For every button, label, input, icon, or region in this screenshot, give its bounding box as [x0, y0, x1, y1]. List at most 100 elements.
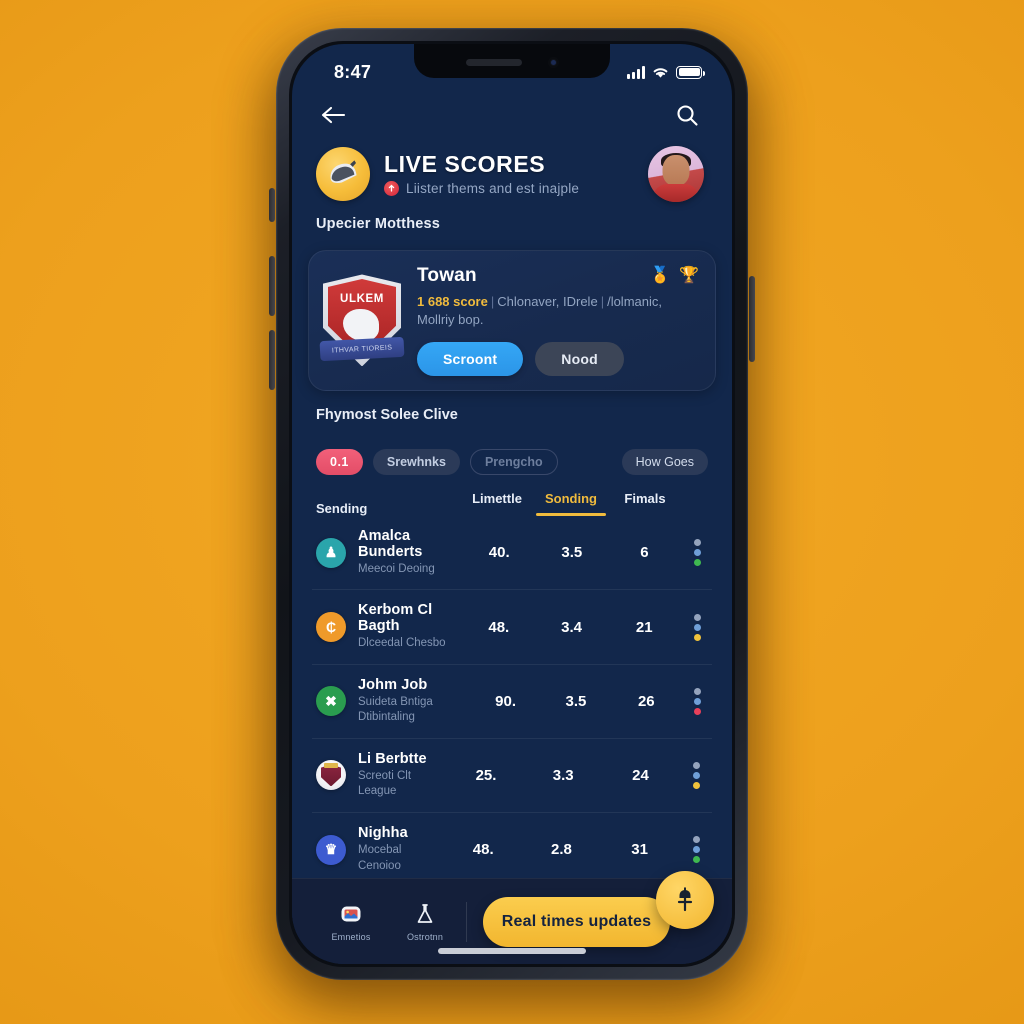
table-body: ♟ Amalca Bunderts Meecoi Deoing 40. 3.5 … [292, 516, 732, 878]
signal-bars-icon [627, 65, 645, 79]
crest-ribbon: ITHVAR TIOREIS [319, 336, 405, 362]
row-title: Amalca Bunderts [358, 527, 423, 560]
chip-prengcho[interactable]: Prengcho [469, 448, 558, 475]
flask-icon [412, 901, 438, 927]
row-subtitle: Meecoi Deoing [358, 562, 435, 575]
column-header-limettle[interactable]: Limettle [460, 491, 534, 516]
phone-notch [414, 44, 610, 78]
row-cell-limettle: 48. [472, 841, 494, 859]
phone-frame: 8:47 LIVE SCORES Liister thems and est i… [276, 28, 748, 980]
phone-mute-switch[interactable] [269, 188, 275, 222]
helmet-logo-icon [316, 147, 370, 201]
column-header-sonding[interactable]: Sonding [534, 491, 608, 516]
phone-volume-down-button[interactable] [269, 330, 275, 390]
row-title: Johm Job [358, 676, 428, 693]
row-menu-icon[interactable] [685, 836, 708, 864]
header-subtitle-row: Liister thems and est inajple [384, 181, 634, 197]
row-cell-limettle: 40. [488, 544, 510, 562]
scroll-content: Upecier Motthess ULKEM ITHVAR TIOREIS To… [292, 214, 732, 878]
live-dot-icon [384, 181, 399, 197]
avatar-face [662, 154, 690, 186]
nood-button[interactable]: Nood [535, 341, 624, 376]
column-header-fimals[interactable]: Fimals [608, 491, 682, 516]
table-row[interactable]: Li Berbtte Screoti Clt League 25. 3.3 24 [312, 739, 712, 813]
chip-srewhnks[interactable]: Srewhnks [372, 448, 460, 475]
row-name-block: Johm Job Suideta Bntiga Dtibintaling [358, 677, 464, 726]
image-icon [338, 901, 364, 927]
nav-item-ostrotnn[interactable]: Ostrotnn [388, 901, 462, 942]
crest-label: ULKEM [340, 292, 384, 305]
team-crest-icon: ULKEM ITHVAR TIOREIS [319, 274, 405, 367]
home-indicator [438, 948, 586, 954]
column-header-name: Sending [316, 500, 368, 516]
match-meta: 1 688 score | Chlonaver, IDrele |/lolmanic,… [417, 294, 662, 328]
how-goes-button[interactable]: How Goes [621, 448, 708, 475]
app-screen: 8:47 LIVE SCORES Liister thems and est i… [292, 44, 732, 964]
bottom-bar: Emnetios Ostrotnn Real times updates [292, 871, 732, 964]
row-avatar [316, 760, 346, 791]
row-avatar-crown [324, 763, 338, 769]
table-row[interactable]: ♟ Amalca Bunderts Meecoi Deoing 40. 3.5 … [312, 516, 712, 591]
row-avatar: ♛ [316, 834, 346, 865]
table-header-row: Sending Limettle Sonding Fimals [292, 475, 732, 516]
wifi-icon [653, 67, 668, 78]
row-cell-sonding: 2.8 [550, 841, 572, 859]
match-card-header: Towan 🏅 🏆 [417, 265, 699, 287]
header-text-block: LIVE SCORES Liister thems and est inajpl… [384, 150, 634, 197]
chip-count-badge[interactable]: 0.1 [316, 448, 363, 475]
real-time-updates-button[interactable]: Real times updates [483, 896, 670, 947]
row-cell-fimals: 6 [640, 544, 649, 562]
row-cell-limettle: 90. [495, 692, 517, 710]
row-title: Kerbom Cl Bagth [358, 602, 433, 635]
row-cell-sonding: 3.3 [552, 766, 574, 784]
page-title: LIVE SCORES [384, 150, 546, 177]
list-header: Fhymost Solee Clive [292, 391, 732, 429]
row-name-block: Nighha Mocebal Cenoioo [358, 825, 438, 874]
row-cell-sonding: 3.5 [561, 544, 583, 562]
list-section-title: Fhymost Solee Clive [316, 406, 458, 423]
row-menu-icon[interactable] [687, 687, 708, 715]
medal-icon: 🏅 [650, 267, 671, 284]
crest-emblem [343, 309, 380, 341]
search-icon[interactable] [670, 98, 704, 132]
row-cell-fimals: 31 [631, 841, 648, 859]
avatar[interactable] [648, 146, 704, 202]
status-indicators [627, 65, 705, 79]
table-row[interactable]: ♛ Nighha Mocebal Cenoioo 48. 2.8 31 [312, 813, 712, 878]
bottom-bar-divider [466, 901, 467, 942]
trophy-icon: 🏆 [679, 267, 699, 284]
nav-item-emnetios[interactable]: Emnetios [314, 901, 388, 942]
avatar-shirt [653, 184, 699, 202]
row-menu-icon[interactable] [687, 613, 708, 641]
match-title: Towan [417, 265, 477, 286]
scroont-button[interactable]: Scroont [417, 341, 524, 376]
match-actions: Scroont Nood [417, 341, 699, 376]
match-card[interactable]: ULKEM ITHVAR TIOREIS Towan 🏅 🏆 1 688 sco… [308, 250, 716, 391]
row-cell-fimals: 24 [632, 766, 649, 784]
row-subtitle: Screoti Clt League [358, 769, 412, 798]
table-row[interactable]: ✖ Johm Job Suideta Bntiga Dtibintaling 9… [312, 665, 712, 739]
phone-power-button[interactable] [749, 276, 755, 362]
match-badges: 🏅 🏆 [650, 265, 699, 285]
row-menu-icon[interactable] [685, 761, 708, 789]
row-avatar: ₵ [316, 612, 346, 643]
row-cell-limettle: 25. [475, 766, 497, 784]
notification-icon[interactable] [656, 871, 714, 929]
row-subtitle: Dlceedal Chesbo [358, 637, 446, 650]
row-cell-fimals: 26 [637, 692, 655, 710]
header-subtitle: Liister thems and est inajple [406, 181, 580, 197]
phone-bezel: 8:47 LIVE SCORES Liister thems and est i… [289, 41, 735, 967]
row-menu-icon[interactable] [687, 539, 708, 567]
earpiece-speaker [465, 58, 522, 66]
top-navigation-bar [292, 90, 732, 140]
status-time: 8:47 [334, 61, 372, 82]
app-header: LIVE SCORES Liister thems and est inajpl… [292, 140, 732, 214]
row-name-block: Kerbom Cl Bagth Dlceedal Chesbo [358, 602, 456, 652]
row-name-block: Li Berbtte Screoti Clt League [358, 751, 441, 800]
nav-label: Ostrotnn [406, 932, 444, 942]
back-arrow-icon[interactable] [316, 98, 350, 132]
row-cell-sonding: 3.4 [561, 618, 582, 636]
match-card-body: Towan 🏅 🏆 1 688 score | Chlonaver, IDrele |… [417, 265, 699, 376]
table-row[interactable]: ₵ Kerbom Cl Bagth Dlceedal Chesbo 48. 3.… [312, 590, 712, 665]
phone-volume-up-button[interactable] [269, 256, 275, 316]
